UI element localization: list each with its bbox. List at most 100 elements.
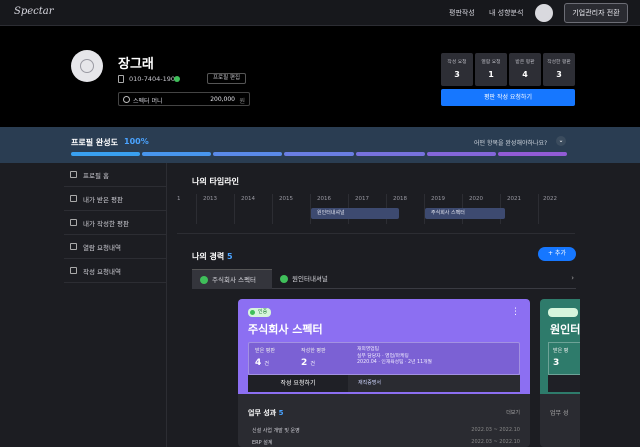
career-card[interactable]: 인증 ⋮ 주식회사 스펙터 받은 평판 4 건 작성한 평판 2 건 재외영업팀… <box>238 299 530 447</box>
stat-write-requests[interactable]: 작성 요청 3 <box>441 53 473 86</box>
stat-label: 받은 평판 <box>515 60 535 65</box>
completion-help-link[interactable]: 어떤 항목을 완성해야하나요? <box>474 138 547 147</box>
career-period: 2020.04 · 인재육성팀 · 2년 11개월 <box>357 360 432 365</box>
timeline-tick <box>272 194 273 224</box>
career-card-header: 인증 ⋮ 주식회사 스펙터 받은 평판 4 건 작성한 평판 2 건 재외영업팀… <box>238 299 530 394</box>
smiley-icon <box>80 59 94 73</box>
more-options-icon[interactable]: ⋮ <box>511 307 520 317</box>
sidebar-item-label: 열람 요청내역 <box>83 243 121 252</box>
request-write-button[interactable] <box>548 375 580 392</box>
request-reputation-button[interactable]: 평판 작성 요청하기 <box>441 89 575 106</box>
profile-header: 장그래 010-7404-1905 프로필 편집 스펙터 머니 200,000 … <box>0 26 640 127</box>
received-column: 받은 평판 4 건 <box>255 347 275 368</box>
employment-certificate-link[interactable]: 재직증명서 <box>348 375 520 392</box>
timeline-axis: 1 2013 2014 2015 2016 2017 2018 2019 202… <box>177 194 575 224</box>
timeline-bar[interactable]: 주식회사 스펙터 <box>425 208 505 219</box>
tab-one-international[interactable]: 원인터내셔널 <box>272 269 352 289</box>
written-count: 2 건 <box>301 358 316 368</box>
spectar-money-box[interactable]: 스펙터 머니 200,000 원 <box>118 92 250 106</box>
verified-badge: 인증 <box>248 308 272 317</box>
top-navigation: Spectar 평판작성 내 성향분석 기업관리자 전환 <box>0 0 640 26</box>
completion-progress-bar <box>71 152 567 156</box>
request-write-button[interactable]: 작성 요청하기 <box>248 375 348 392</box>
sidebar-item-written[interactable]: 내가 작성한 평판 <box>64 211 166 235</box>
tab-label: 원인터내셔널 <box>292 275 328 283</box>
completion-title: 프로필 완성도 <box>71 138 118 147</box>
sidebar-item-write-requests[interactable]: 작성 요청내역 <box>64 259 166 283</box>
check-circle-icon <box>280 275 288 283</box>
progress-segment <box>142 152 212 156</box>
edit-profile-button[interactable]: 프로필 편집 <box>207 73 247 84</box>
performance-row: ERP 설계 <box>252 440 273 446</box>
stat-value: 3 <box>454 70 460 79</box>
career-card-next[interactable]: 원인터 받은 평 3 업무 성 <box>540 299 580 447</box>
written-column: 작성한 평판 2 건 <box>301 347 326 368</box>
career-company-name: 원인터 <box>550 323 580 336</box>
money-unit: 원 <box>239 98 245 105</box>
sidebar-item-profile-home[interactable]: 프로필 홈 <box>64 163 166 187</box>
sidebar-item-view-requests[interactable]: 열람 요청내역 <box>64 235 166 259</box>
timeline-start-marker: 1 <box>177 196 181 202</box>
sidebar-item-received[interactable]: 내가 받은 평판 <box>64 187 166 211</box>
performance-more-link[interactable]: 더보기 <box>506 409 520 416</box>
stat-received-reputations[interactable]: 받은 평판 4 <box>509 53 541 86</box>
stat-written-reputations[interactable]: 작성한 평판 3 <box>543 53 575 86</box>
career-title-text: 나의 경력 <box>192 252 225 261</box>
career-company-name: 주식회사 스펙터 <box>248 323 323 336</box>
money-value: 200,000 <box>210 96 235 103</box>
performance-title: 업무 성 <box>550 410 569 417</box>
profile-phone: 010-7404-1905 <box>129 75 180 83</box>
tab-spectar[interactable]: 주식회사 스펙터 <box>192 269 272 289</box>
pencil-icon <box>70 219 77 226</box>
company-admin-switch-button[interactable]: 기업관리자 전환 <box>564 3 628 23</box>
tab-label: 주식회사 스펙터 <box>212 276 256 284</box>
career-title: 나의 경력 5 <box>192 251 233 262</box>
chevron-down-icon[interactable]: ⌄ <box>556 136 566 146</box>
sidebar-item-label: 내가 작성한 평판 <box>83 219 129 228</box>
performance-title: 업무 성과 5 <box>248 409 284 417</box>
sidebar-item-label: 내가 받은 평판 <box>83 195 124 204</box>
document-icon <box>70 195 77 202</box>
completion-percent: 100% <box>124 137 149 146</box>
received-label: 받은 평판 <box>255 348 275 354</box>
timeline-divider <box>177 233 575 234</box>
progress-segment <box>355 152 425 156</box>
career-info-column: 재외영업팀 실무 담당자 · 영업/마케팅 2020.04 · 인재육성팀 · … <box>357 347 432 367</box>
progress-segment <box>426 152 496 156</box>
career-summary-box: 받은 평 3 <box>548 342 580 375</box>
stat-label: 작성 요청 <box>447 60 467 65</box>
timeline-year: 2015 <box>279 196 293 202</box>
brand-logo[interactable]: Spectar <box>14 6 54 17</box>
timeline-year: 2022 <box>543 196 557 202</box>
received-count: 3 <box>553 358 560 368</box>
performance-row: 신설 사업 개발 및 운영 <box>252 428 300 434</box>
profile-name: 장그래 <box>118 57 154 72</box>
timeline-year: 2021 <box>507 196 521 202</box>
performance-date: 2022.03 ~ 2022.10 <box>471 439 520 445</box>
timeline-year: 2020 <box>469 196 483 202</box>
progress-segment <box>284 152 354 156</box>
received-label: 받은 평 <box>553 348 569 354</box>
timeline-tick <box>196 194 197 224</box>
stat-label: 작성한 평판 <box>547 60 571 65</box>
timeline-year: 2014 <box>241 196 255 202</box>
timeline-year: 2017 <box>355 196 369 202</box>
add-career-button[interactable]: + 추가 <box>538 247 576 261</box>
timeline-tick <box>234 194 235 224</box>
profile-avatar <box>71 50 103 82</box>
home-icon <box>70 171 77 178</box>
user-avatar-icon[interactable] <box>535 4 553 22</box>
career-summary-box: 받은 평판 4 건 작성한 평판 2 건 재외영업팀 실무 담당자 · 영업/마… <box>248 342 520 375</box>
stat-value: 3 <box>556 70 562 79</box>
career-count: 5 <box>227 252 233 261</box>
timeline-bar[interactable]: 원인터내셔널 <box>311 208 399 219</box>
nav-link-personality-analysis[interactable]: 내 성향분석 <box>489 8 523 18</box>
sidebar-item-label: 작성 요청내역 <box>83 267 121 276</box>
nav-link-write-reputation[interactable]: 평판작성 <box>449 8 475 18</box>
timeline-year: 2018 <box>393 196 407 202</box>
profile-completion-panel: 프로필 완성도 100% 어떤 항목을 완성해야하나요? ⌄ <box>0 127 640 163</box>
chevron-right-icon[interactable]: › <box>571 274 574 282</box>
timeline-tick <box>538 194 539 224</box>
sidebar: 프로필 홈 내가 받은 평판 내가 작성한 평판 열람 요청내역 작성 요청내역 <box>64 163 167 447</box>
stat-view-requests[interactable]: 열람 요청 1 <box>475 53 507 86</box>
